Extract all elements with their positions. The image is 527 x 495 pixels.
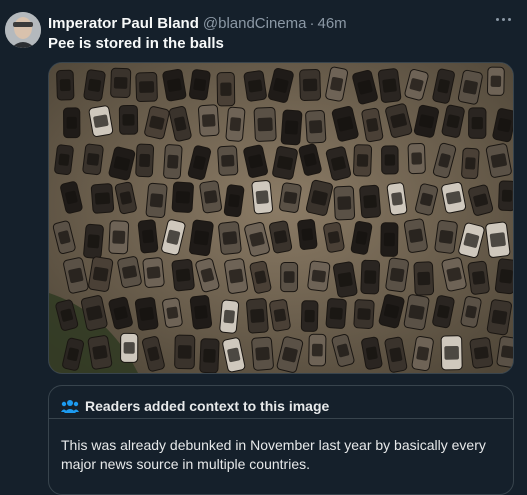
car-shape — [63, 107, 81, 139]
car-shape — [297, 219, 318, 250]
car-shape — [142, 257, 165, 288]
avatar[interactable] — [5, 12, 41, 48]
car-shape — [381, 145, 399, 175]
car-shape — [137, 219, 159, 254]
tweet-timestamp[interactable]: 46m — [318, 15, 347, 32]
car-shape — [251, 336, 274, 371]
car-shape — [163, 144, 183, 180]
car-shape — [359, 184, 381, 219]
car-shape — [486, 66, 505, 96]
car-shape — [467, 260, 490, 295]
note-header: Readers added context to this image — [61, 398, 329, 414]
car-shape — [199, 180, 223, 214]
car-shape — [90, 183, 115, 214]
car-shape — [485, 221, 511, 258]
car-shape — [469, 337, 494, 369]
car-shape — [253, 106, 277, 142]
car-shape — [197, 104, 220, 137]
car-shape — [54, 144, 74, 176]
more-options-icon[interactable] — [493, 9, 513, 29]
car-shape — [305, 110, 327, 144]
car-shape — [145, 182, 168, 219]
car-shape — [243, 70, 267, 102]
car-shape — [162, 297, 183, 328]
tweet-text: Pee is stored in the balls — [48, 35, 224, 52]
car-shape — [307, 260, 331, 292]
car-shape — [56, 69, 75, 101]
car-shape — [118, 104, 139, 135]
car-shape — [440, 335, 463, 371]
car-shape — [380, 222, 399, 257]
car-shape — [385, 257, 409, 293]
car-shape — [434, 219, 458, 254]
car-shape — [223, 184, 245, 218]
car-shape — [83, 69, 106, 102]
note-title: Readers added context to this image — [85, 398, 330, 414]
car-shape — [171, 181, 194, 213]
car-shape — [83, 223, 104, 259]
car-shape — [217, 145, 239, 176]
burnt-cars-photo — [49, 63, 513, 373]
car-shape — [174, 334, 196, 370]
car-shape — [300, 300, 319, 332]
car-shape — [135, 143, 155, 178]
car-shape — [407, 142, 426, 175]
car-shape — [377, 68, 402, 103]
car-shape — [135, 71, 158, 103]
author-handle[interactable]: @blandCinema — [203, 15, 307, 32]
car-shape — [171, 259, 195, 292]
car-shape — [216, 71, 236, 107]
car-shape — [280, 109, 303, 146]
car-shape — [468, 107, 487, 139]
car-shape — [246, 298, 269, 334]
car-shape — [189, 295, 213, 330]
people-icon — [61, 400, 79, 413]
car-shape — [108, 220, 130, 255]
car-shape — [280, 262, 299, 293]
car-shape — [225, 106, 246, 142]
car-shape — [353, 299, 375, 329]
car-shape — [353, 144, 373, 177]
note-divider — [49, 418, 513, 419]
community-note[interactable]: Readers added context to this image This… — [48, 385, 514, 495]
car-shape — [325, 298, 347, 329]
note-body: This was already debunked in November la… — [61, 437, 486, 472]
car-shape — [134, 297, 159, 331]
car-shape — [386, 182, 408, 216]
car-shape — [219, 299, 240, 334]
author-name[interactable]: Imperator Paul Bland — [48, 15, 199, 32]
car-shape — [333, 185, 356, 221]
car-shape — [120, 332, 139, 363]
tweet-media-image[interactable] — [48, 62, 514, 374]
car-shape — [308, 333, 327, 367]
car-shape — [299, 68, 322, 102]
meta-separator: · — [309, 14, 315, 32]
car-shape — [110, 67, 132, 99]
car-shape — [251, 180, 274, 215]
car-shape — [218, 221, 242, 255]
car-shape — [279, 182, 302, 213]
car-shape — [188, 69, 211, 101]
car-shape — [461, 147, 480, 180]
avatar-image — [5, 12, 41, 48]
car-shape — [189, 219, 214, 256]
car-shape — [413, 261, 435, 296]
car-shape — [360, 259, 381, 295]
car-shape — [498, 180, 513, 212]
car-shape — [88, 105, 114, 137]
car-shape — [199, 338, 220, 373]
tweet-header: Imperator Paul Bland @blandCinema · 46m — [48, 13, 527, 33]
car-shape — [82, 143, 104, 176]
